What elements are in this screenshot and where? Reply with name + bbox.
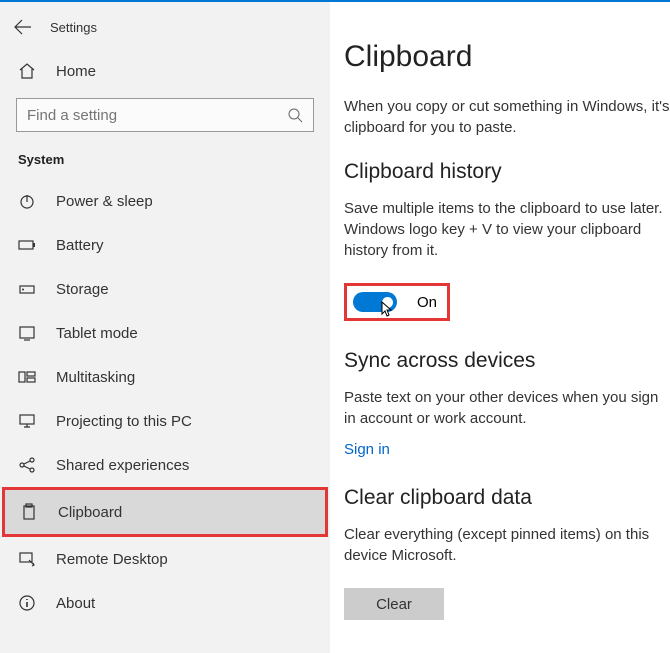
nav-item-multitasking[interactable]: Multitasking (0, 355, 330, 399)
main-content: Clipboard When you copy or cut something… (330, 2, 670, 653)
multitasking-icon (18, 368, 36, 386)
nav-item-projecting[interactable]: Projecting to this PC (0, 399, 330, 443)
nav-item-tablet-mode[interactable]: Tablet mode (0, 311, 330, 355)
nav-list: Power & sleep Battery Storage Tablet mod… (0, 179, 330, 625)
nav-label: Clipboard (58, 504, 122, 521)
home-icon (18, 62, 36, 80)
remote-desktop-icon (18, 550, 36, 568)
sidebar: Settings Home System Power & sleep Batte… (0, 2, 330, 653)
nav-label: Battery (56, 237, 104, 254)
nav-item-shared-experiences[interactable]: Shared experiences (0, 443, 330, 487)
intro-text: When you copy or cut something in Window… (344, 96, 670, 138)
clear-heading: Clear clipboard data (344, 486, 670, 510)
info-icon (18, 594, 36, 612)
search-box[interactable] (16, 98, 314, 132)
nav-label: Storage (56, 281, 109, 298)
history-toggle[interactable] (353, 292, 397, 312)
sign-in-link[interactable]: Sign in (344, 441, 390, 458)
history-toggle-highlight: On (344, 283, 450, 321)
sync-body: Paste text on your other devices when yo… (344, 387, 670, 429)
page-title: Clipboard (344, 40, 670, 74)
nav-label: Shared experiences (56, 457, 189, 474)
search-input[interactable] (27, 107, 287, 124)
nav-item-about[interactable]: About (0, 581, 330, 625)
share-icon (18, 456, 36, 474)
nav-item-clipboard[interactable]: Clipboard (2, 487, 328, 537)
nav-label: Remote Desktop (56, 551, 168, 568)
nav-item-remote-desktop[interactable]: Remote Desktop (0, 537, 330, 581)
history-heading: Clipboard history (344, 160, 670, 184)
search-icon (287, 107, 303, 123)
home-nav[interactable]: Home (0, 54, 330, 98)
section-header: System (0, 152, 330, 179)
history-body: Save multiple items to the clipboard to … (344, 198, 670, 261)
window-title: Settings (50, 20, 97, 35)
nav-item-power-sleep[interactable]: Power & sleep (0, 179, 330, 223)
nav-label: Projecting to this PC (56, 413, 192, 430)
nav-label: Power & sleep (56, 193, 153, 210)
nav-label: About (56, 595, 95, 612)
nav-item-battery[interactable]: Battery (0, 223, 330, 267)
cursor-icon (381, 301, 395, 319)
home-label: Home (56, 63, 96, 80)
nav-label: Tablet mode (56, 325, 138, 342)
nav-label: Multitasking (56, 369, 135, 386)
power-icon (18, 192, 36, 210)
titlebar: Settings (0, 14, 330, 54)
tablet-icon (18, 324, 36, 342)
battery-icon (18, 236, 36, 254)
toggle-state-label: On (417, 294, 437, 311)
nav-item-storage[interactable]: Storage (0, 267, 330, 311)
clear-button[interactable]: Clear (344, 588, 444, 620)
back-arrow-icon[interactable] (14, 18, 32, 36)
projecting-icon (18, 412, 36, 430)
clipboard-icon (20, 503, 38, 521)
sync-heading: Sync across devices (344, 349, 670, 373)
storage-icon (18, 280, 36, 298)
clear-body: Clear everything (except pinned items) o… (344, 524, 670, 566)
